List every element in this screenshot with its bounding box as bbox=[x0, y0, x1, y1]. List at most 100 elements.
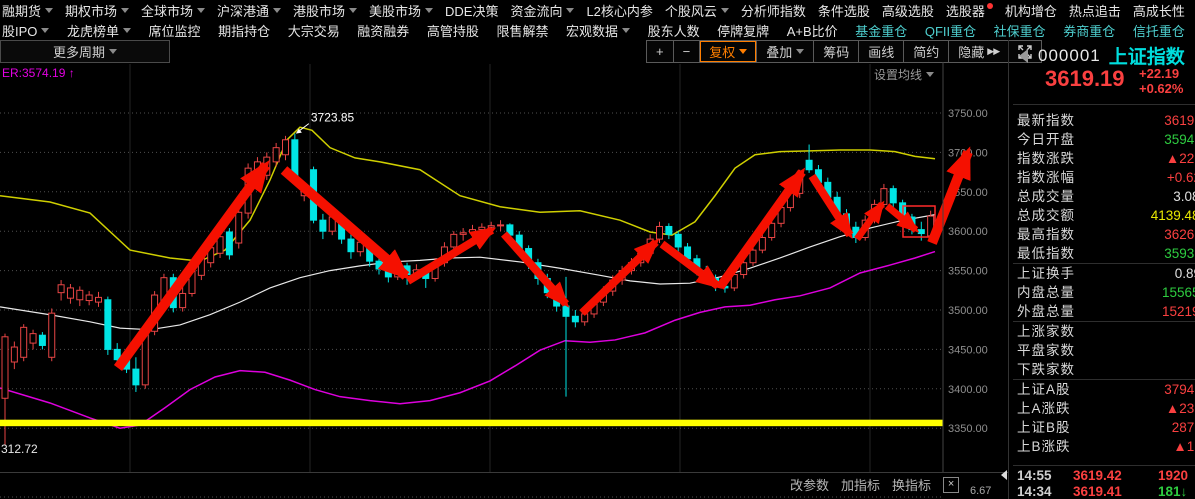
toolbar-button-画线[interactable]: 画线 bbox=[858, 41, 903, 62]
quote-field-row: 上证A股3794.14 bbox=[1013, 380, 1195, 399]
candlestick bbox=[470, 230, 476, 233]
menu-item-3[interactable]: 沪深港通 bbox=[217, 1, 281, 20]
ma-settings-button[interactable]: 设置均线 bbox=[874, 66, 934, 83]
toolbar-button-−[interactable]: − bbox=[673, 41, 700, 62]
menu-item-12[interactable]: 高级选股 bbox=[882, 1, 934, 20]
quote-field-row: 上涨家数 bbox=[1013, 322, 1195, 341]
y-axis-label: 3600.00 bbox=[948, 226, 988, 238]
quote-field-row: 上证B股287.99 bbox=[1013, 418, 1195, 437]
menu-item-5[interactable]: 美股市场 bbox=[369, 1, 433, 20]
chart-toolbar: +−复权叠加筹码画线简约隐藏▶▶ bbox=[646, 40, 1042, 63]
field-label: 指数涨幅 bbox=[1017, 170, 1075, 185]
menu-item2-7[interactable]: 限售解禁 bbox=[496, 21, 548, 40]
field-label: 上B涨跌 bbox=[1017, 439, 1071, 454]
chevron-down-icon bbox=[721, 8, 729, 13]
pane-divider bbox=[0, 472, 1008, 473]
quote-field-row: 上A涨跌▲23.25 bbox=[1013, 399, 1195, 418]
menu-item2-0[interactable]: 股IPO bbox=[2, 21, 49, 40]
menu-item-2[interactable]: 全球市场 bbox=[141, 1, 205, 20]
peak-value-annotation: 3723.85 bbox=[311, 111, 355, 125]
menu-item2-16[interactable]: 信托重仓 bbox=[1133, 21, 1185, 40]
field-label: 最新指数 bbox=[1017, 113, 1075, 128]
change-params-button[interactable]: 改参数 bbox=[790, 475, 829, 494]
up-arrow-icon: ↑ bbox=[69, 66, 75, 80]
switch-indicator-button[interactable]: 换指标 bbox=[892, 475, 931, 494]
menu-item-9[interactable]: 个股风云 bbox=[665, 1, 729, 20]
tick-cell: 14:34 bbox=[1017, 484, 1052, 499]
field-value: ▲23.25 bbox=[1166, 399, 1195, 418]
quote-field-row: 平盘家数 bbox=[1013, 341, 1195, 360]
menu-item-10[interactable]: 分析师指数 bbox=[741, 1, 806, 20]
menu-item2-8[interactable]: 宏观数据 bbox=[566, 21, 630, 40]
panel-splitter[interactable] bbox=[1008, 40, 1009, 499]
menu-item2-12[interactable]: 基金重仓 bbox=[855, 21, 907, 40]
candlestick bbox=[376, 261, 382, 269]
candlestick bbox=[572, 316, 578, 322]
menu-item-15[interactable]: 热点追击 bbox=[1069, 1, 1121, 20]
toolbar-button-筹码[interactable]: 筹码 bbox=[813, 41, 858, 62]
menu-item2-5[interactable]: 融资融券 bbox=[357, 21, 409, 40]
y-axis-label: 3750.00 bbox=[948, 108, 988, 120]
kline-chart[interactable]: 3750.003700.003650.003600.003550.003500.… bbox=[0, 62, 1008, 499]
chevron-down-icon bbox=[273, 8, 281, 13]
candlestick bbox=[675, 234, 681, 247]
app-window: 融期货期权市场全球市场沪深港通港股市场美股市场 DDE决策资金流向 L2核心内参个股… bbox=[0, 0, 1195, 499]
panel-divider bbox=[1013, 104, 1195, 105]
splitter-collapse-icon[interactable] bbox=[1001, 470, 1007, 480]
field-value: 15219万 bbox=[1162, 302, 1195, 321]
tick-cell: 1920 bbox=[1158, 468, 1188, 483]
menu-item-13[interactable]: 选股器 bbox=[946, 1, 993, 20]
menu-bar-row2: 股IPO 龙虎榜单席位监控期指持仓大宗交易融资融券高管持股限售解禁宏观数据股东人数… bbox=[0, 20, 1195, 40]
menu-item2-2[interactable]: 席位监控 bbox=[149, 21, 201, 40]
menu-item-14[interactable]: 机构增仓 bbox=[1005, 1, 1057, 20]
menu-item2-13[interactable]: QFII重仓 bbox=[925, 21, 976, 40]
menu-item2-4[interactable]: 大宗交易 bbox=[288, 21, 340, 40]
add-indicator-button[interactable]: 加指标 bbox=[841, 475, 880, 494]
y-axis-label: 3400.00 bbox=[948, 384, 988, 396]
menu-item-8[interactable]: L2核心内参 bbox=[586, 1, 652, 20]
field-value: 3626.47 bbox=[1164, 225, 1195, 244]
menu-item-16[interactable]: 高成长性 bbox=[1133, 1, 1185, 20]
menu-item2-9[interactable]: 股东人数 bbox=[648, 21, 700, 40]
chevron-down-icon bbox=[425, 8, 433, 13]
toolbar-button-简约[interactable]: 简约 bbox=[903, 41, 948, 62]
toolbar-button-复权[interactable]: 复权 bbox=[699, 41, 756, 62]
menu-item2-6[interactable]: 高管持股 bbox=[427, 21, 479, 40]
menu-item2-11[interactable]: A+B比价 bbox=[787, 21, 838, 40]
toolbar-button-隐藏[interactable]: 隐藏▶▶ bbox=[948, 41, 1008, 62]
close-indicator-icon[interactable]: × bbox=[943, 477, 959, 493]
indicator-controls: 改参数 加指标 换指标 × bbox=[790, 475, 959, 494]
menu-item-11[interactable]: 条件选股 bbox=[818, 1, 870, 20]
menu-item2-1[interactable]: 龙虎榜单 bbox=[67, 21, 131, 40]
field-label: 最低指数 bbox=[1017, 246, 1075, 261]
toolbar-button-+[interactable]: + bbox=[647, 41, 673, 62]
tab-more-periods[interactable]: 更多周期 bbox=[0, 40, 170, 63]
quote-field-row: 总成交量3.08亿 bbox=[1013, 187, 1195, 206]
candlestick bbox=[806, 160, 812, 169]
field-value: 3619.19 bbox=[1164, 111, 1195, 130]
back-arrow-icon[interactable] bbox=[1019, 49, 1028, 63]
field-value: 3794.14 bbox=[1164, 380, 1195, 399]
y-axis-label: 3350.00 bbox=[948, 423, 988, 435]
menu-item-0[interactable]: 融期货 bbox=[2, 1, 53, 20]
field-value: 3.08亿 bbox=[1173, 187, 1195, 206]
tick-cell: 3619.42 bbox=[1073, 468, 1122, 483]
tick-row: 14:553619.421920 bbox=[1013, 468, 1195, 484]
menu-item-1[interactable]: 期权市场 bbox=[65, 1, 129, 20]
candlestick bbox=[890, 189, 896, 203]
menu-item-7[interactable]: 资金流向 bbox=[510, 1, 574, 20]
field-label: 上涨家数 bbox=[1017, 324, 1075, 339]
trend-arrow bbox=[284, 170, 406, 276]
panel-divider bbox=[1013, 465, 1195, 466]
band-bottom-value: 312.72 bbox=[1, 442, 38, 456]
toolbar-button-叠加[interactable]: 叠加 bbox=[756, 41, 813, 62]
menu-item2-14[interactable]: 社保重仓 bbox=[994, 21, 1046, 40]
menu-item-4[interactable]: 港股市场 bbox=[293, 1, 357, 20]
menu-item2-15[interactable]: 券商重仓 bbox=[1063, 21, 1115, 40]
menu-item2-10[interactable]: 停牌复牌 bbox=[717, 21, 769, 40]
menu-item2-3[interactable]: 期指持仓 bbox=[218, 21, 270, 40]
candlestick bbox=[21, 327, 27, 357]
candlestick bbox=[58, 285, 64, 293]
quote-field-row: 外盘总量15219万 bbox=[1013, 302, 1195, 322]
menu-item-6[interactable]: DDE决策 bbox=[445, 1, 498, 20]
